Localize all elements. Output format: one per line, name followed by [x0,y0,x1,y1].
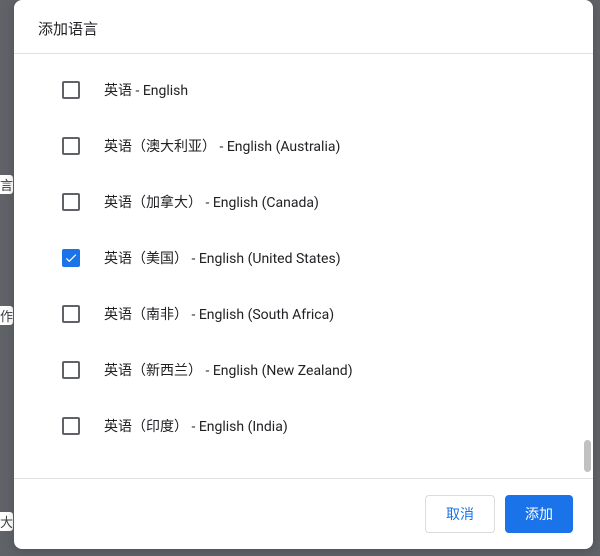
dialog-header: 添加语言 [14,0,593,54]
language-label: 英语（南非） - English (South Africa) [104,304,334,324]
language-label: 英语（印度） - English (India) [104,416,288,436]
language-item[interactable]: 英语（美国） - English (United States) [14,230,593,286]
dialog-title: 添加语言 [38,18,569,39]
checkbox[interactable] [62,305,80,323]
checkbox[interactable] [62,361,80,379]
background-text: 大 [0,512,13,531]
language-label: 英语（加拿大） - English (Canada) [104,192,319,212]
language-item[interactable]: 英语（加拿大） - English (Canada) [14,174,593,230]
checkbox[interactable] [62,417,80,435]
language-item[interactable]: 英语 - English [14,62,593,118]
language-item[interactable]: 英语（澳大利亚） - English (Australia) [14,118,593,174]
dialog-body: 英语 - English 英语（澳大利亚） - English (Australi… [14,54,593,478]
check-icon [64,251,78,265]
checkbox[interactable] [62,81,80,99]
dialog-footer: 取消 添加 [14,478,593,549]
scrollbar-thumb[interactable] [584,440,591,472]
checkbox[interactable] [62,249,80,267]
language-item[interactable]: 英语（新西兰） - English (New Zealand) [14,342,593,398]
add-button[interactable]: 添加 [505,495,573,533]
background-text: 作 [0,306,13,325]
cancel-button[interactable]: 取消 [425,495,495,533]
add-language-dialog: 添加语言 英语 - English 英语（澳大利亚） - English (Aus… [14,0,593,549]
checkbox[interactable] [62,193,80,211]
background-text: 言 [0,175,13,194]
checkbox[interactable] [62,137,80,155]
language-label: 英语 - English [104,80,188,100]
language-label: 英语（美国） - English (United States) [104,248,341,268]
language-label: 英语（新西兰） - English (New Zealand) [104,360,353,380]
language-item[interactable]: 英语（南非） - English (South Africa) [14,286,593,342]
language-label: 英语（澳大利亚） - English (Australia) [104,136,340,156]
language-item[interactable]: 英语（印度） - English (India) [14,398,593,454]
